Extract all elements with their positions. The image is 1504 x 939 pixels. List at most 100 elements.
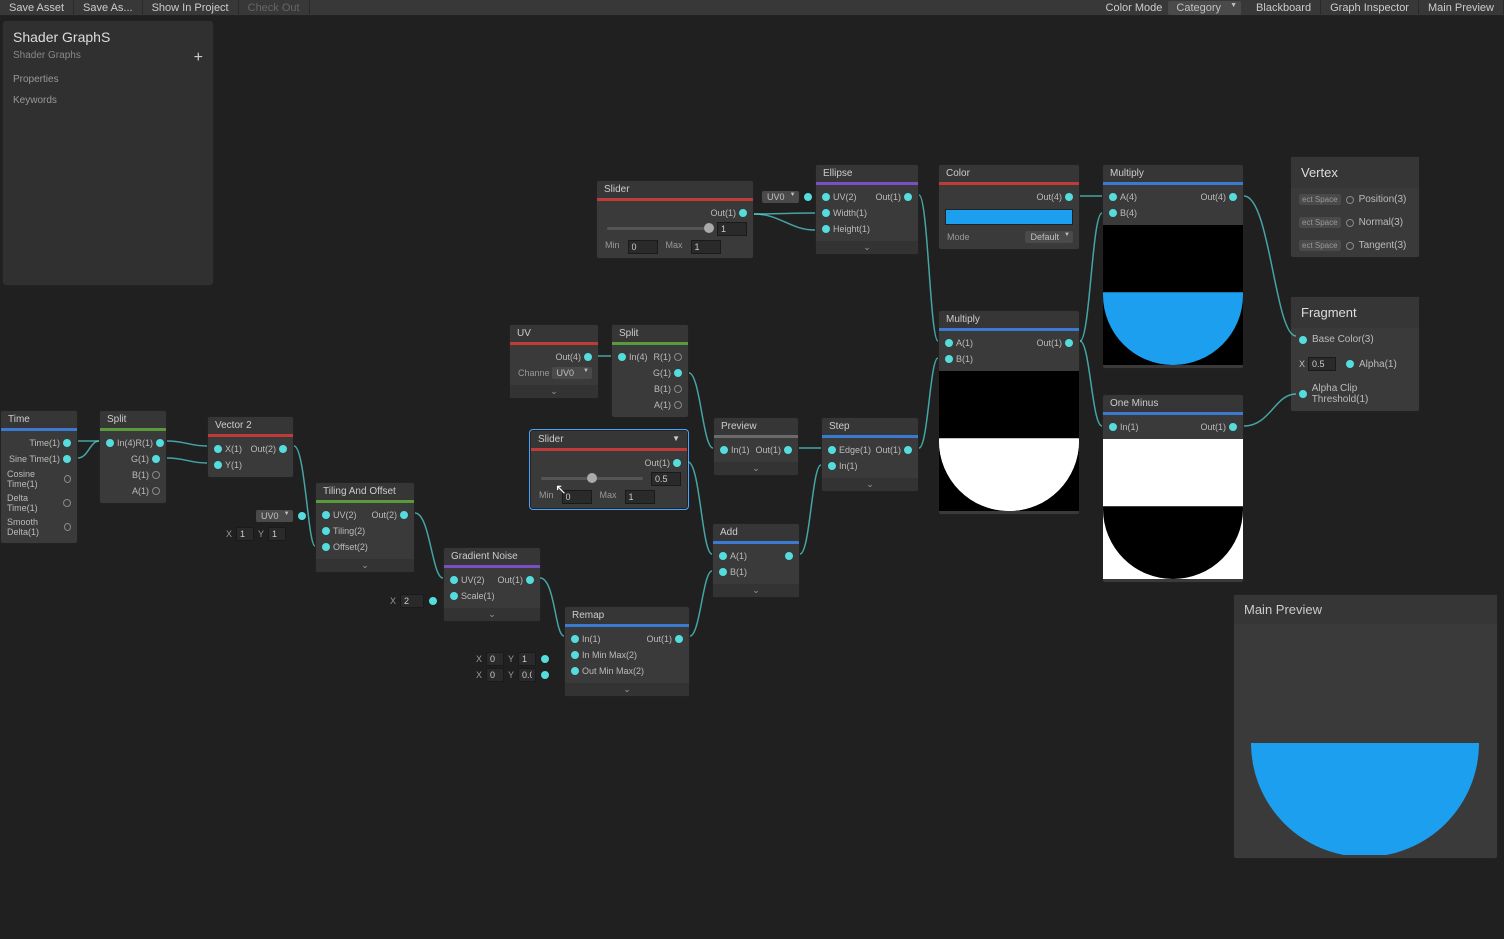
color-swatch[interactable] xyxy=(945,209,1073,225)
remap-outminmax-input[interactable]: XY xyxy=(474,668,549,682)
port-in[interactable] xyxy=(945,339,953,347)
node-title[interactable]: Gradient Noise xyxy=(444,548,540,565)
slider-max-input[interactable] xyxy=(625,490,655,504)
port-in[interactable] xyxy=(1109,209,1117,217)
port-in[interactable] xyxy=(828,446,836,454)
node-step[interactable]: Step Edge(1)Out(1) In(1) ⌄ xyxy=(821,417,919,492)
port-out[interactable] xyxy=(156,439,164,447)
master-vertex[interactable]: Vertex ect SpacePosition(3) ect SpaceNor… xyxy=(1290,156,1420,258)
port-out[interactable] xyxy=(904,446,912,454)
node-title[interactable]: Multiply xyxy=(1103,165,1243,182)
port-in[interactable] xyxy=(822,225,830,233)
node-title[interactable]: Slider xyxy=(597,181,753,198)
uv-channel-dropdown[interactable]: UV0 xyxy=(552,367,592,379)
node-title[interactable]: Step xyxy=(822,418,918,435)
scale-input[interactable]: X xyxy=(388,594,437,608)
node-title[interactable]: Time xyxy=(1,411,77,428)
port-in[interactable] xyxy=(719,552,727,560)
port-out[interactable] xyxy=(63,499,71,507)
node-title[interactable]: Ellipse xyxy=(816,165,918,182)
port-out[interactable] xyxy=(64,523,71,531)
port-out[interactable] xyxy=(904,193,912,201)
port-in[interactable] xyxy=(822,209,830,217)
port-in[interactable] xyxy=(322,527,330,535)
port-in[interactable] xyxy=(1346,242,1354,250)
node-title[interactable]: Color xyxy=(939,165,1079,182)
collapse-icon[interactable]: ⌄ xyxy=(816,241,918,254)
master-fragment[interactable]: Fragment Base Color(3) XAlpha(1) Alpha C… xyxy=(1290,296,1420,412)
port-out[interactable] xyxy=(584,353,592,361)
port-out[interactable] xyxy=(152,471,160,479)
port-in[interactable] xyxy=(828,462,836,470)
collapse-icon[interactable]: ⌄ xyxy=(714,462,798,475)
collapse-icon[interactable]: ⌄ xyxy=(444,608,540,621)
alpha-input[interactable] xyxy=(1308,357,1336,371)
node-ellipse[interactable]: Ellipse UV(2)Out(1) Width(1) Height(1) ⌄ xyxy=(815,164,919,255)
node-split[interactable]: Split In(4)R(1) G(1) B(1) A(1) xyxy=(611,324,689,418)
port-in[interactable] xyxy=(571,667,579,675)
node-vector2[interactable]: Vector 2 X(1)Out(2) Y(1) xyxy=(207,416,294,478)
color-mode-dropdown[interactable]: Category xyxy=(1168,1,1241,15)
ellipse-uv-dropdown[interactable]: UV0 xyxy=(762,191,812,203)
port-in[interactable] xyxy=(1346,196,1354,204)
port-out[interactable] xyxy=(63,439,71,447)
main-preview-panel[interactable]: Main Preview xyxy=(1233,594,1498,859)
save-as-button[interactable]: Save As... xyxy=(74,0,143,16)
tiling-xy-input[interactable]: XY xyxy=(224,527,286,541)
collapse-icon[interactable]: ⌄ xyxy=(316,559,414,572)
port-out[interactable] xyxy=(673,459,681,467)
node-slider[interactable]: Slider▼ Out(1) Min Max xyxy=(530,430,688,509)
port-out[interactable] xyxy=(63,455,71,463)
slider-min-input[interactable] xyxy=(628,240,658,254)
node-title[interactable]: Slider▼ xyxy=(531,431,687,448)
port-in[interactable] xyxy=(214,445,222,453)
remap-inminmax-input[interactable]: XY xyxy=(474,652,549,666)
port-out[interactable] xyxy=(675,635,683,643)
port-out[interactable] xyxy=(674,385,682,393)
port-in[interactable] xyxy=(822,193,830,201)
port-out[interactable] xyxy=(674,401,682,409)
node-preview[interactable]: Preview In(1)Out(1) ⌄ xyxy=(713,417,799,476)
port-in[interactable] xyxy=(322,543,330,551)
port-in[interactable] xyxy=(945,355,953,363)
port-in[interactable] xyxy=(618,353,626,361)
node-slider[interactable]: Slider Out(1) Min Max xyxy=(596,180,754,259)
chevron-down-icon[interactable]: ▼ xyxy=(672,434,680,445)
port-out[interactable] xyxy=(279,445,287,453)
port-in[interactable] xyxy=(571,651,579,659)
node-title[interactable]: One Minus xyxy=(1103,395,1243,412)
port-in[interactable] xyxy=(720,446,728,454)
node-multiply[interactable]: Multiply A(4)Out(4) B(4) xyxy=(1102,164,1244,369)
port-out[interactable] xyxy=(1065,339,1073,347)
node-title[interactable]: Add xyxy=(713,524,799,541)
port-out[interactable] xyxy=(1065,193,1073,201)
port-in[interactable] xyxy=(719,568,727,576)
slider-value-input[interactable] xyxy=(651,472,681,486)
port-out[interactable] xyxy=(400,511,408,519)
blackboard-toggle[interactable]: Blackboard xyxy=(1247,0,1321,16)
node-tiling-offset[interactable]: Tiling And Offset UV(2)Out(2) Tiling(2) … xyxy=(315,482,415,573)
port-out[interactable] xyxy=(739,209,747,217)
port-out[interactable] xyxy=(152,455,160,463)
graph-inspector-toggle[interactable]: Graph Inspector xyxy=(1321,0,1419,16)
collapse-icon[interactable]: ⌄ xyxy=(713,584,799,597)
port-out[interactable] xyxy=(674,369,682,377)
port-in[interactable] xyxy=(450,592,458,600)
port-in[interactable] xyxy=(1346,360,1354,368)
slider-track[interactable] xyxy=(541,477,643,480)
node-add[interactable]: Add A(1) B(1) ⌄ xyxy=(712,523,800,598)
main-preview-toggle[interactable]: Main Preview xyxy=(1419,0,1504,16)
slider-track[interactable] xyxy=(607,227,709,230)
uv-dropdown-control[interactable]: UV0 xyxy=(256,510,306,522)
port-out[interactable] xyxy=(64,475,71,483)
slider-value-input[interactable] xyxy=(717,222,747,236)
slider-min-input[interactable] xyxy=(562,490,592,504)
port-in[interactable] xyxy=(214,461,222,469)
port-out[interactable] xyxy=(674,353,682,361)
port-in[interactable] xyxy=(1299,390,1307,398)
port-out[interactable] xyxy=(1229,193,1237,201)
port-in[interactable] xyxy=(322,511,330,519)
node-gradient-noise[interactable]: Gradient Noise UV(2)Out(1) Scale(1) ⌄ xyxy=(443,547,541,622)
node-title[interactable]: Preview xyxy=(714,418,798,435)
node-color[interactable]: Color Out(4) ModeDefault xyxy=(938,164,1080,250)
